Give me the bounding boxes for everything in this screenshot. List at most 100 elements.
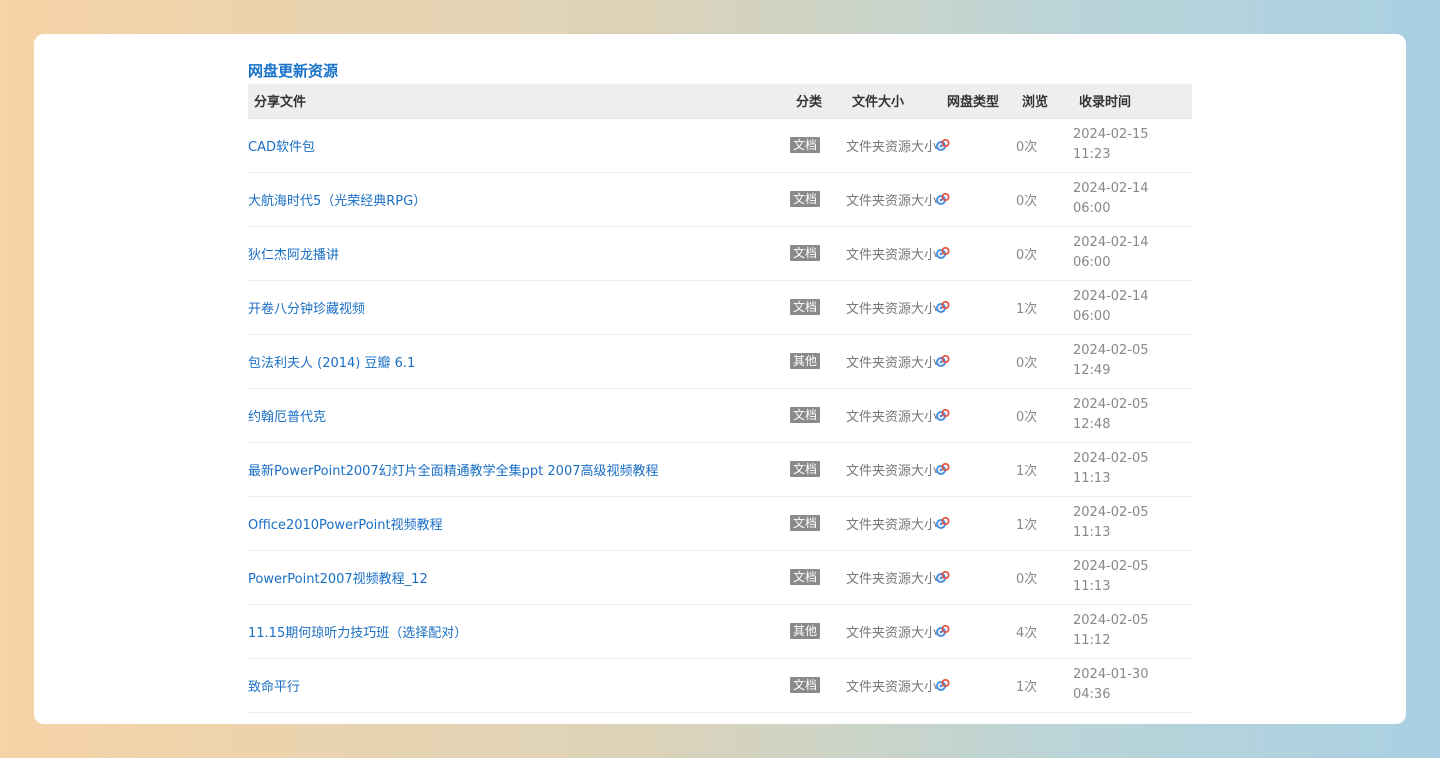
table-header-row: 分享文件 分类 文件大小 网盘类型 浏览 收录时间 [248, 84, 1192, 119]
header-category: 分类 [790, 84, 846, 119]
header-size: 文件大小 [846, 84, 941, 119]
category-tag[interactable]: 文档 [790, 191, 821, 207]
category-tag[interactable]: 文档 [790, 137, 821, 153]
time-cell: 2024-02-05 12:48 [1073, 388, 1192, 442]
file-cell: Office2010PowerPoint视频教程 [248, 496, 790, 550]
time-clock: 11:23 [1073, 147, 1111, 162]
file-link[interactable]: 致命平行 [248, 680, 300, 695]
views-cell: 0次 [1016, 355, 1038, 371]
section-title[interactable]: 网盘更新资源 [248, 58, 1192, 84]
file-link[interactable]: 包法利夫人 (2014) 豆瓣 6.1 [248, 356, 415, 371]
time-cell: 2024-01-30 04:36 [1073, 658, 1192, 712]
baidu-pan-icon [935, 407, 951, 423]
views-cell: 0次 [1016, 247, 1038, 263]
time-cell: 2024-02-05 11:13 [1073, 550, 1192, 604]
header-time: 收录时间 [1073, 84, 1192, 119]
file-cell: 大航海时代5（光荣经典RPG） [248, 172, 790, 226]
baidu-pan-icon [935, 677, 951, 693]
file-cell: 开卷八分钟珍藏视频 [248, 280, 790, 334]
time-date: 2024-01-30 [1073, 667, 1149, 682]
baidu-pan-icon [935, 515, 951, 531]
file-link[interactable]: 11.15期何琼听力技巧班（选择配对） [248, 626, 467, 641]
size-cell: 文件夹资源大小 [846, 442, 950, 496]
category-tag[interactable]: 文档 [790, 407, 821, 423]
category-cell: 文档 [790, 172, 846, 226]
file-link[interactable]: Office2010PowerPoint视频教程 [248, 518, 443, 533]
file-cell: 11.15期何琼听力技巧班（选择配对） [248, 604, 790, 658]
file-link[interactable]: 约翰厄普代克 [248, 410, 326, 425]
disk-type-cell [941, 388, 1016, 442]
baidu-pan-icon [935, 623, 951, 639]
size-cell: 文件夹资源大小 [846, 118, 950, 172]
time-date: 2024-02-05 [1073, 397, 1149, 412]
file-link[interactable]: 开卷八分钟珍藏视频 [248, 302, 365, 317]
category-cell: 文档 [790, 658, 846, 712]
size-cell: 文件夹资源大小 [846, 334, 950, 388]
file-cell: CAD软件包 [248, 118, 790, 172]
size-text: 文件夹资源大小 [846, 571, 938, 587]
time-cell: 2024-02-05 11:13 [1073, 496, 1192, 550]
category-cell: 文档 [790, 388, 846, 442]
time-clock: 06:00 [1073, 201, 1111, 216]
file-cell: 最新PowerPoint2007幻灯片全面精通教学全集ppt 2007高级视频教… [248, 442, 790, 496]
category-tag[interactable]: 其他 [790, 623, 821, 639]
size-text: 文件夹资源大小 [846, 625, 938, 641]
disk-type-cell [941, 442, 1016, 496]
category-cell: 其他 [790, 604, 846, 658]
time-cell: 2024-02-05 11:12 [1073, 604, 1192, 658]
category-tag[interactable]: 其他 [790, 353, 821, 369]
baidu-pan-icon [935, 191, 951, 207]
file-link[interactable]: 最新PowerPoint2007幻灯片全面精通教学全集ppt 2007高级视频教… [248, 464, 658, 479]
time-cell: 2024-02-14 06:00 [1073, 226, 1192, 280]
file-cell: 约翰厄普代克 [248, 388, 790, 442]
category-tag[interactable]: 文档 [790, 245, 821, 261]
file-link[interactable]: PowerPoint2007视频教程_12 [248, 572, 428, 587]
header-disk-type: 网盘类型 [941, 84, 1016, 119]
size-text: 文件夹资源大小 [846, 247, 938, 263]
baidu-pan-icon [935, 353, 951, 369]
category-cell: 文档 [790, 496, 846, 550]
size-text: 文件夹资源大小 [846, 193, 938, 209]
table-row: 开卷八分钟珍藏视频 文档 文件夹资源大小 1次 2024-02-14 06:00 [248, 280, 1192, 334]
category-tag[interactable]: 文档 [790, 461, 821, 477]
disk-type-cell [941, 604, 1016, 658]
views-cell: 1次 [1016, 301, 1038, 317]
table-row: CAD软件包 文档 文件夹资源大小 0次 2024-02-15 11:23 [248, 118, 1192, 172]
time-date: 2024-02-05 [1073, 343, 1149, 358]
size-text: 文件夹资源大小 [846, 139, 938, 155]
category-tag[interactable]: 文档 [790, 569, 821, 585]
time-clock: 11:13 [1073, 471, 1111, 486]
category-cell: 其他 [790, 334, 846, 388]
views-cell: 1次 [1016, 517, 1038, 533]
size-text: 文件夹资源大小 [846, 355, 938, 371]
time-date: 2024-02-14 [1073, 289, 1149, 304]
time-cell: 2024-02-05 11:13 [1073, 442, 1192, 496]
file-link[interactable]: 大航海时代5（光荣经典RPG） [248, 194, 426, 209]
file-link[interactable]: 狄仁杰阿龙播讲 [248, 248, 339, 263]
size-cell: 文件夹资源大小 [846, 226, 950, 280]
category-cell: 文档 [790, 118, 846, 172]
views-cell: 0次 [1016, 139, 1038, 155]
table-row: 最新PowerPoint2007幻灯片全面精通教学全集ppt 2007高级视频教… [248, 442, 1192, 496]
size-cell: 文件夹资源大小 [846, 604, 950, 658]
time-date: 2024-02-05 [1073, 505, 1149, 520]
time-clock: 06:00 [1073, 309, 1111, 324]
views-cell: 0次 [1016, 571, 1038, 587]
table-row: Office2010PowerPoint视频教程 文档 文件夹资源大小 1次 2… [248, 496, 1192, 550]
baidu-pan-icon [935, 569, 951, 585]
size-cell: 文件夹资源大小 [846, 172, 950, 226]
size-cell: 文件夹资源大小 [846, 658, 950, 712]
category-tag[interactable]: 文档 [790, 677, 821, 693]
table-row: 致命平行 文档 文件夹资源大小 1次 2024-01-30 04:36 [248, 658, 1192, 712]
table-body: CAD软件包 文档 文件夹资源大小 0次 2024-02-15 11:23 大航… [248, 118, 1192, 712]
time-clock: 06:00 [1073, 255, 1111, 270]
disk-type-cell [941, 658, 1016, 712]
file-link[interactable]: CAD软件包 [248, 140, 315, 155]
category-tag[interactable]: 文档 [790, 299, 821, 315]
disk-type-cell [941, 118, 1016, 172]
time-clock: 12:49 [1073, 363, 1111, 378]
size-text: 文件夹资源大小 [846, 409, 938, 425]
disk-type-cell [941, 280, 1016, 334]
category-tag[interactable]: 文档 [790, 515, 821, 531]
disk-type-cell [941, 550, 1016, 604]
